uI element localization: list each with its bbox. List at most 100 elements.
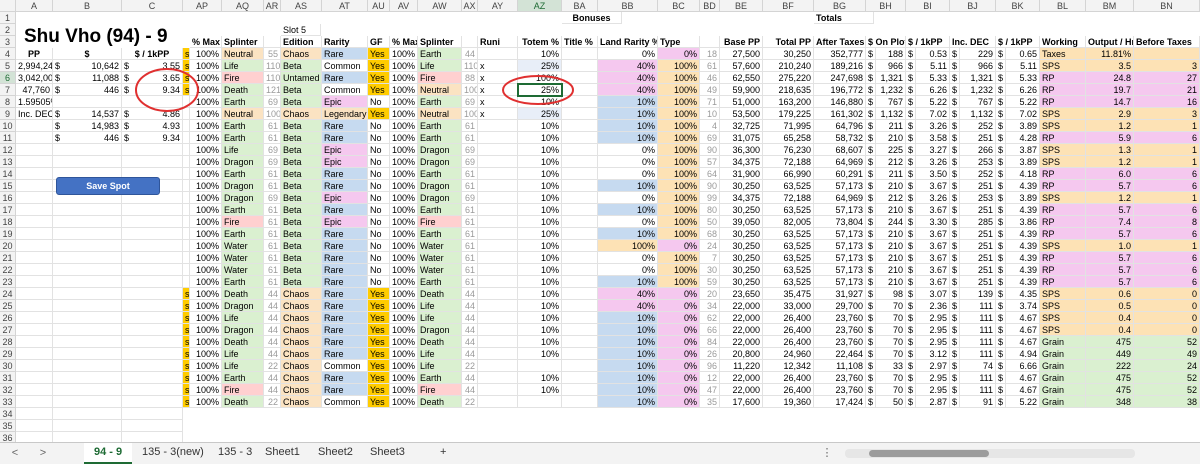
max-pct-2[interactable]: 100% <box>390 348 418 360</box>
dollar-sign[interactable]: $ <box>906 192 916 204</box>
dollar-sign[interactable]: $ <box>906 48 916 60</box>
title-pct[interactable] <box>562 60 598 72</box>
plot-index[interactable]: 34 <box>700 300 720 312</box>
dollar-sign[interactable]: $ <box>996 324 1006 336</box>
type-pct[interactable]: 100% <box>658 204 700 216</box>
splinter[interactable]: Death <box>222 84 264 96</box>
empty-cell[interactable] <box>122 240 183 252</box>
type-pct[interactable]: 0% <box>658 240 700 252</box>
totem-pct[interactable]: 10% <box>518 312 562 324</box>
gf-flag[interactable]: Yes <box>368 84 390 96</box>
splinter-2[interactable]: Life <box>418 300 462 312</box>
type-pct[interactable]: 100% <box>658 144 700 156</box>
splinter[interactable]: Dragon <box>222 180 264 192</box>
output-per-hour[interactable]: 11.81% <box>1086 48 1134 60</box>
column-title[interactable] <box>700 36 720 48</box>
dollar-per-kpp-2[interactable]: 5.22 <box>1006 396 1040 408</box>
totem-pct[interactable]: 10% <box>518 300 562 312</box>
row-header[interactable]: 25 <box>0 300 16 312</box>
working-type[interactable]: RP <box>1040 204 1086 216</box>
splinter-2[interactable]: Earth <box>418 96 462 108</box>
output-per-hour[interactable]: 1.2 <box>1086 120 1134 132</box>
base-pp[interactable]: 30,250 <box>720 204 763 216</box>
dollar-per-kpp-2[interactable]: 4.39 <box>1006 228 1040 240</box>
type-pct[interactable]: 100% <box>658 168 700 180</box>
dollar-on-plot[interactable]: 244 <box>876 216 906 228</box>
totem-pct[interactable]: 10% <box>518 288 562 300</box>
base-pp[interactable]: 11,220 <box>720 360 763 372</box>
level-2[interactable]: 69 <box>462 96 478 108</box>
rarity[interactable]: Epic <box>322 144 368 156</box>
after-taxes[interactable]: 57,173 <box>814 204 866 216</box>
dollar-sign[interactable]: $ <box>996 192 1006 204</box>
rarity[interactable]: Rare <box>322 72 368 84</box>
edition[interactable]: Chaos <box>281 372 322 384</box>
land-rarity-pct[interactable]: 0% <box>598 168 658 180</box>
row-header[interactable]: 6 <box>0 72 16 84</box>
after-taxes[interactable]: 23,760 <box>814 372 866 384</box>
dollar-sign[interactable]: $ <box>950 360 960 372</box>
dollar-per-kpp[interactable]: 6.26 <box>916 84 950 96</box>
empty-cell[interactable] <box>53 408 122 420</box>
working-type[interactable]: Grain <box>1040 348 1086 360</box>
splinter[interactable]: Water <box>222 252 264 264</box>
totem-pct[interactable] <box>518 360 562 372</box>
land-rarity-pct[interactable]: 40% <box>598 84 658 96</box>
type-pct[interactable]: 0% <box>658 360 700 372</box>
dollar-per-kpp[interactable]: 2.36 <box>916 300 950 312</box>
after-taxes[interactable]: 23,760 <box>814 324 866 336</box>
level[interactable]: 61 <box>264 216 281 228</box>
max-pct[interactable]: 100% <box>190 324 222 336</box>
dollar-sign[interactable]: $ <box>950 168 960 180</box>
level-2[interactable]: 88 <box>462 72 478 84</box>
splinter-2[interactable]: Dragon <box>418 324 462 336</box>
type-pct[interactable]: 0% <box>658 384 700 396</box>
slot-marker[interactable] <box>183 96 190 108</box>
level[interactable]: 61 <box>264 120 281 132</box>
dollar-sign[interactable]: $ <box>950 180 960 192</box>
splinter[interactable]: Death <box>222 288 264 300</box>
empty-cell[interactable] <box>16 204 53 216</box>
max-pct-2[interactable]: 100% <box>390 360 418 372</box>
output-per-hour[interactable]: 14.7 <box>1086 96 1134 108</box>
land-rarity-pct[interactable]: 10% <box>598 228 658 240</box>
total-pp[interactable]: 163,200 <box>763 96 814 108</box>
type-pct[interactable]: 100% <box>658 60 700 72</box>
dollar-sign[interactable]: $ <box>906 120 916 132</box>
before-taxes[interactable]: 21 <box>1134 84 1200 96</box>
dollar-per-kpp-2[interactable]: 4.39 <box>1006 180 1040 192</box>
before-taxes[interactable]: 3 <box>1134 60 1200 72</box>
rarity[interactable]: Rare <box>322 48 368 60</box>
type-pct[interactable]: 0% <box>658 396 700 408</box>
level[interactable]: 61 <box>264 252 281 264</box>
rarity[interactable]: Common <box>322 396 368 408</box>
row-header[interactable]: 33 <box>0 396 16 408</box>
level-2[interactable]: 22 <box>462 360 478 372</box>
column-title[interactable]: Land Rarity % <box>598 36 658 48</box>
title-pct[interactable] <box>562 156 598 168</box>
empty-cell[interactable] <box>53 348 122 360</box>
total-pp[interactable]: 218,635 <box>763 84 814 96</box>
total-pp[interactable]: 26,400 <box>763 372 814 384</box>
max-pct[interactable]: 100% <box>190 84 222 96</box>
dollar-sign[interactable]: $ <box>906 360 916 372</box>
type-pct[interactable]: 100% <box>658 96 700 108</box>
max-pct[interactable]: 100% <box>190 108 222 120</box>
after-taxes[interactable]: 247,698 <box>814 72 866 84</box>
column-title[interactable]: Inc. DEC <box>950 36 996 48</box>
level[interactable]: 44 <box>264 324 281 336</box>
after-taxes[interactable]: 58,732 <box>814 132 866 144</box>
title-pct[interactable] <box>562 240 598 252</box>
dollar-sign[interactable]: $ <box>950 72 960 84</box>
splinter-2[interactable]: Dragon <box>418 192 462 204</box>
total-pp[interactable]: 33,000 <box>763 300 814 312</box>
runi-flag[interactable] <box>478 144 518 156</box>
column-header-bg[interactable]: BG <box>814 0 866 12</box>
totem-pct[interactable]: 10% <box>518 48 562 60</box>
level[interactable]: 44 <box>264 384 281 396</box>
dollar-per-kpp-2[interactable]: 5.11 <box>1006 60 1040 72</box>
title-pct[interactable] <box>562 216 598 228</box>
working-type[interactable]: Grain <box>1040 360 1086 372</box>
level[interactable]: 61 <box>264 168 281 180</box>
row-header[interactable]: 35 <box>0 420 16 432</box>
